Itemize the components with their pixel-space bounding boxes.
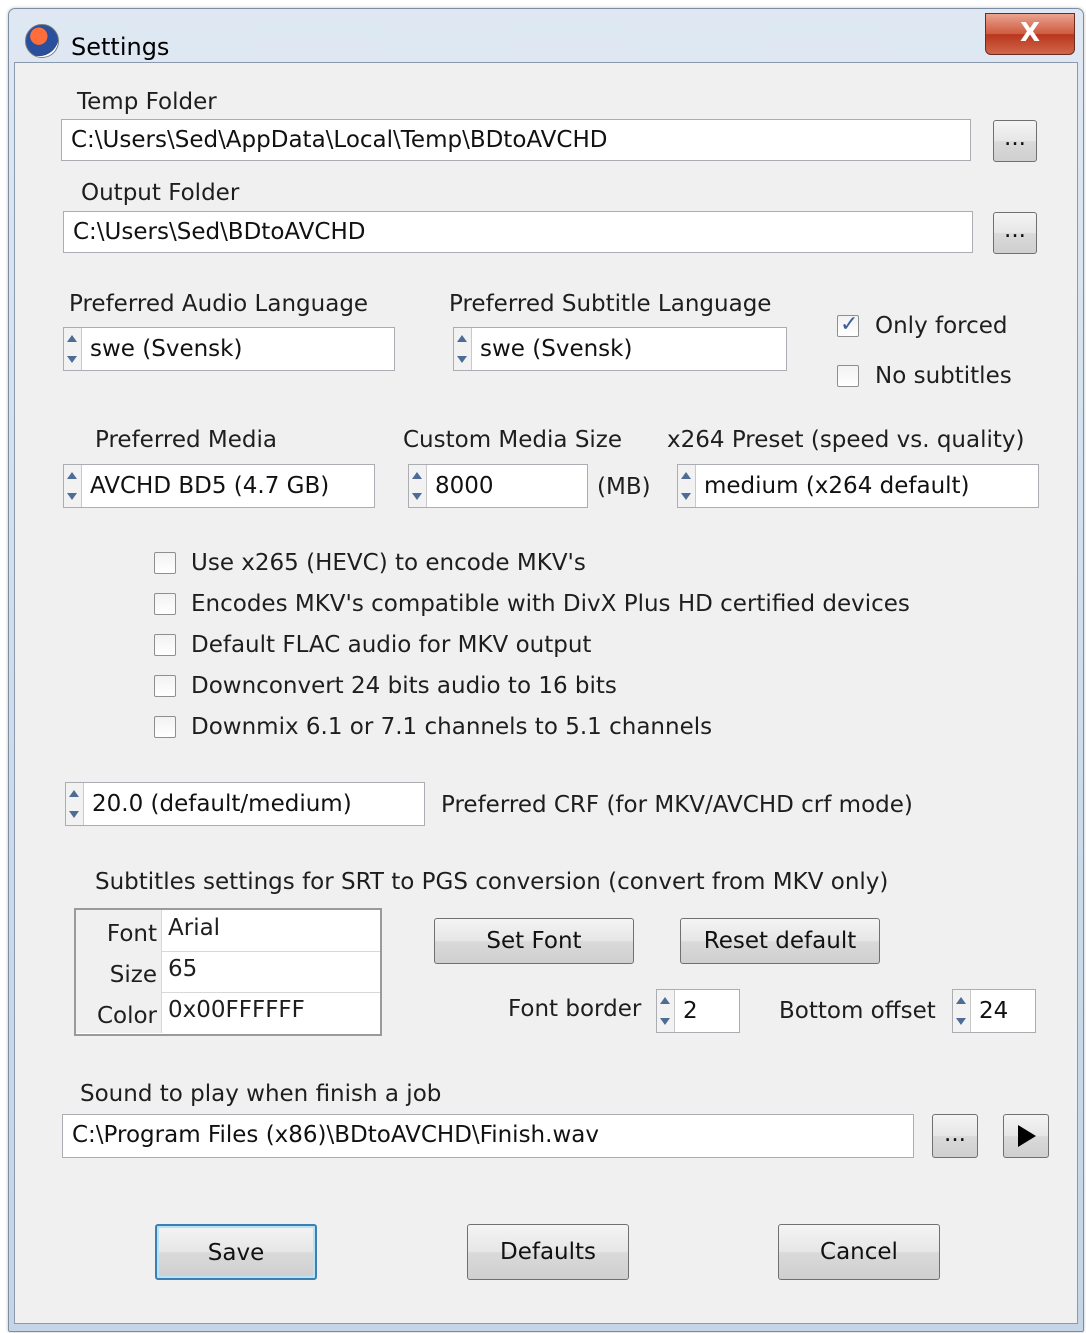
audio-language-label: Preferred Audio Language — [69, 291, 369, 317]
spinner-arrows-icon[interactable] — [953, 990, 971, 1032]
no-subtitles-checkbox[interactable] — [837, 365, 859, 387]
crf-label: Preferred CRF (for MKV/AVCHD crf mode) — [441, 792, 913, 818]
sound-browse-button[interactable]: ... — [932, 1114, 978, 1158]
bottom-offset-value: 24 — [979, 998, 1009, 1024]
option-downconvert-checkbox[interactable] — [154, 675, 176, 697]
subtitle-language-label: Preferred Subtitle Language — [449, 291, 772, 317]
crf-spinner[interactable]: 20.0 (default/medium) — [65, 782, 425, 826]
save-button[interactable]: Save — [155, 1224, 317, 1280]
custom-size-value: 8000 — [435, 473, 494, 499]
x264-preset-label: x264 Preset (speed vs. quality) — [667, 427, 1025, 453]
play-sound-button[interactable] — [1003, 1114, 1049, 1158]
option-flac-label: Default FLAC audio for MKV output — [191, 632, 592, 658]
output-folder-browse-button[interactable]: ... — [993, 212, 1037, 254]
audio-language-spinner[interactable]: swe (Svensk) — [63, 327, 395, 371]
temp-folder-label: Temp Folder — [77, 89, 217, 115]
grid-row-size[interactable]: Size 65 — [76, 951, 380, 993]
option-x265-checkbox[interactable] — [154, 552, 176, 574]
font-border-label: Font border — [508, 996, 642, 1022]
bottom-offset-label: Bottom offset — [779, 998, 936, 1024]
grid-value-size[interactable]: 65 — [168, 951, 197, 987]
temp-folder-browse-button[interactable]: ... — [993, 120, 1037, 162]
only-forced-label: Only forced — [875, 313, 1008, 339]
x264-preset-value: medium (x264 default) — [704, 473, 970, 499]
option-downmix-label: Downmix 6.1 or 7.1 channels to 5.1 chann… — [191, 714, 713, 740]
custom-size-unit: (MB) — [597, 474, 651, 500]
media-label: Preferred Media — [95, 427, 277, 453]
subtitle-properties-grid: Font Arial Size 65 Color 0x00FFFFFF — [74, 908, 382, 1036]
no-subtitles-label: No subtitles — [875, 363, 1012, 389]
output-folder-input[interactable]: C:\Users\Sed\BDtoAVCHD — [63, 211, 973, 253]
reset-default-button[interactable]: Reset default — [680, 918, 880, 964]
option-x265-label: Use x265 (HEVC) to encode MKV's — [191, 550, 586, 576]
spinner-arrows-icon[interactable] — [409, 465, 427, 507]
option-divx-checkbox[interactable] — [154, 593, 176, 615]
custom-size-label: Custom Media Size — [403, 427, 623, 453]
grid-row-font[interactable]: Font Arial — [76, 910, 380, 952]
x264-preset-spinner[interactable]: medium (x264 default) — [677, 464, 1039, 508]
app-icon — [25, 24, 59, 58]
grid-value-color[interactable]: 0x00FFFFFF — [168, 992, 305, 1028]
font-border-spinner[interactable]: 2 — [656, 989, 740, 1033]
subtitle-language-value: swe (Svensk) — [480, 336, 633, 362]
option-downconvert-label: Downconvert 24 bits audio to 16 bits — [191, 673, 617, 699]
defaults-button[interactable]: Defaults — [467, 1224, 629, 1280]
spinner-arrows-icon[interactable] — [64, 465, 82, 507]
option-downmix-checkbox[interactable] — [154, 716, 176, 738]
spinner-arrows-icon[interactable] — [64, 328, 82, 370]
grid-row-color[interactable]: Color 0x00FFFFFF — [76, 992, 380, 1033]
spinner-arrows-icon[interactable] — [678, 465, 696, 507]
grid-key-color: Color — [76, 992, 162, 1033]
sound-file-input[interactable]: C:\Program Files (x86)\BDtoAVCHD\Finish.… — [62, 1114, 914, 1158]
grid-value-font[interactable]: Arial — [168, 910, 220, 946]
temp-folder-input[interactable]: C:\Users\Sed\AppData\Local\Temp\BDtoAVCH… — [61, 119, 971, 161]
grid-key-size: Size — [76, 951, 162, 992]
window-title: Settings — [71, 33, 170, 61]
sound-label: Sound to play when finish a job — [80, 1081, 442, 1107]
close-button[interactable]: X — [985, 13, 1075, 55]
only-forced-checkbox[interactable] — [837, 312, 859, 337]
crf-value: 20.0 (default/medium) — [92, 791, 352, 817]
spinner-arrows-icon[interactable] — [657, 990, 675, 1032]
option-flac-checkbox[interactable] — [154, 634, 176, 656]
bottom-offset-spinner[interactable]: 24 — [952, 989, 1036, 1033]
grid-key-font: Font — [76, 910, 162, 951]
output-folder-label: Output Folder — [81, 180, 240, 206]
play-icon — [1018, 1125, 1036, 1147]
custom-size-spinner[interactable]: 8000 — [408, 464, 588, 508]
media-value: AVCHD BD5 (4.7 GB) — [90, 473, 330, 499]
set-font-button[interactable]: Set Font — [434, 918, 634, 964]
subtitle-language-spinner[interactable]: swe (Svensk) — [453, 327, 787, 371]
subtitles-heading: Subtitles settings for SRT to PGS conver… — [95, 869, 889, 895]
cancel-button[interactable]: Cancel — [778, 1224, 940, 1280]
audio-language-value: swe (Svensk) — [90, 336, 243, 362]
media-spinner[interactable]: AVCHD BD5 (4.7 GB) — [63, 464, 375, 508]
spinner-arrows-icon[interactable] — [454, 328, 472, 370]
option-divx-label: Encodes MKV's compatible with DivX Plus … — [191, 591, 910, 617]
spinner-arrows-icon[interactable] — [66, 783, 84, 825]
font-border-value: 2 — [683, 998, 698, 1024]
